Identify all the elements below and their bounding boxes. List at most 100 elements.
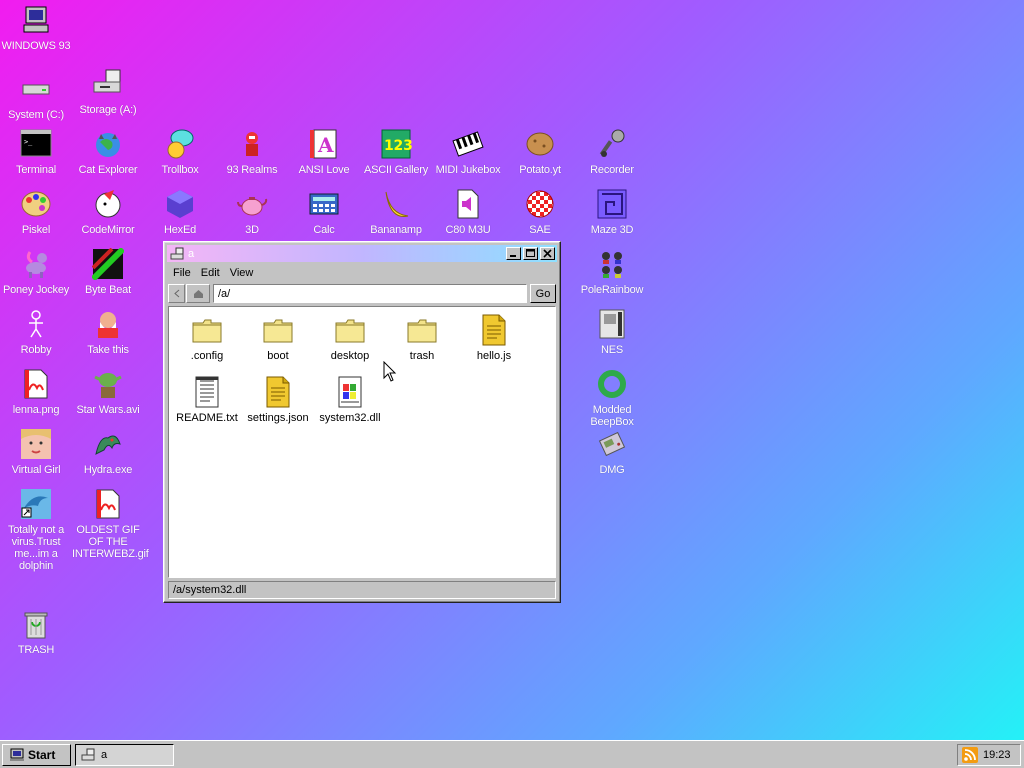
start-button[interactable]: Start bbox=[2, 744, 71, 766]
desktop-icon-bananamp[interactable]: Bananamp bbox=[360, 188, 432, 236]
desktop-icon-trollbox[interactable]: Trollbox bbox=[144, 128, 216, 176]
file-item-trash[interactable]: trash bbox=[387, 314, 457, 362]
desktop-icon-codemirror[interactable]: CodeMirror bbox=[72, 188, 144, 236]
close-icon bbox=[543, 249, 552, 258]
desktop-icon-storage-a[interactable]: Storage (A:) bbox=[72, 68, 144, 116]
ansi-letter-icon: A bbox=[310, 129, 337, 159]
close-button[interactable] bbox=[540, 247, 555, 260]
taskbar: Start a 19:23 bbox=[0, 740, 1024, 768]
file-list[interactable]: .config boot desktop trash hello.js READ… bbox=[168, 306, 556, 578]
address-bar: Go bbox=[168, 283, 556, 304]
desktop-icon-piskel[interactable]: Piskel bbox=[0, 188, 72, 236]
yoda-icon bbox=[94, 373, 122, 398]
desktop-icon-terminal[interactable]: >_ Terminal bbox=[0, 128, 72, 176]
desktop-icon-label: ANSI Love bbox=[298, 164, 350, 176]
status-bar: /a/system32.dll bbox=[168, 581, 556, 599]
desktop-icon-calc[interactable]: Calc bbox=[288, 188, 360, 236]
mouse-cursor-icon bbox=[383, 361, 397, 382]
desktop-icon-poney-jockey[interactable]: Poney Jockey bbox=[0, 248, 72, 296]
home-button[interactable] bbox=[186, 284, 210, 303]
desktop-icon-ansi-love[interactable]: A ANSI Love bbox=[288, 128, 360, 176]
desktop-icon-3d[interactable]: 3D bbox=[216, 188, 288, 236]
home-icon bbox=[193, 289, 203, 298]
desktop-icon-potato-yt[interactable]: Potato.yt bbox=[504, 128, 576, 176]
desktop-icon-oldest-gif[interactable]: OLDEST GIF OF THE INTERWEBZ.gif bbox=[72, 488, 149, 560]
clock[interactable]: 19:23 bbox=[983, 749, 1011, 761]
menu-edit[interactable]: Edit bbox=[196, 265, 225, 281]
terminal-icon: >_ bbox=[20, 129, 52, 157]
folder-icon bbox=[192, 319, 222, 343]
desktop-icon-byte-beat[interactable]: Byte Beat bbox=[72, 248, 144, 296]
desktop-icon-dmg[interactable]: DMG bbox=[576, 428, 648, 476]
back-button[interactable] bbox=[168, 284, 185, 303]
desktop-icon-label: lenna.png bbox=[12, 404, 60, 416]
file-item-config[interactable]: .config bbox=[172, 314, 242, 362]
drive-icon bbox=[170, 247, 184, 259]
desktop-icon-label: Piskel bbox=[21, 224, 51, 236]
desktop-icon-label: Modded BeepBox bbox=[590, 404, 634, 428]
microphone-icon bbox=[599, 129, 625, 157]
potato-icon bbox=[526, 132, 554, 156]
file-name: settings.json bbox=[247, 412, 309, 424]
palette-icon bbox=[21, 191, 51, 217]
pony-icon bbox=[26, 251, 47, 278]
address-input[interactable] bbox=[213, 284, 527, 303]
maximize-icon bbox=[526, 249, 535, 257]
desktop-icon-ascii-gallery[interactable]: 123 ASCII Gallery bbox=[360, 128, 432, 176]
maximize-button[interactable] bbox=[523, 247, 538, 260]
desktop-icon-modded-beepbox[interactable]: Modded BeepBox bbox=[576, 368, 648, 428]
desktop-icon-c80-m3u[interactable]: C80 M3U bbox=[432, 188, 504, 236]
window-titlebar[interactable]: a bbox=[167, 245, 557, 262]
file-name: desktop bbox=[330, 350, 370, 362]
desktop-icon-sae[interactable]: SAE bbox=[504, 188, 576, 236]
desktop-icon-label: Storage (A:) bbox=[79, 104, 137, 116]
audio-file-icon bbox=[457, 189, 479, 219]
desktop-icon-virtual-girl[interactable]: Virtual Girl bbox=[0, 428, 72, 476]
globe-cat-icon bbox=[96, 133, 120, 157]
taskbar-window-button[interactable]: a bbox=[75, 744, 174, 766]
desktop-icon-star-wars-avi[interactable]: Star Wars.avi bbox=[72, 368, 144, 416]
floppy-drive-icon bbox=[93, 69, 121, 93]
desktop-icon-robby[interactable]: Robby bbox=[0, 308, 72, 356]
desktop-icon-hydra-exe[interactable]: Hydra.exe bbox=[72, 428, 144, 476]
computer-icon bbox=[23, 6, 49, 33]
desktop-icon-midi-jukebox[interactable]: MIDI Jukebox bbox=[432, 128, 504, 176]
rss-feed-icon[interactable] bbox=[962, 747, 978, 763]
desktop-icon-lenna-png[interactable]: lenna.png bbox=[0, 368, 72, 416]
desktop-icon-93-realms[interactable]: 93 Realms bbox=[216, 128, 288, 176]
desktop-icon-cat-explorer[interactable]: Cat Explorer bbox=[72, 128, 144, 176]
explorer-window[interactable]: a File Edit View Go .config boot desktop… bbox=[163, 241, 561, 603]
desktop-icon-trash[interactable]: TRASH bbox=[0, 608, 72, 656]
file-name: trash bbox=[409, 350, 435, 362]
go-button[interactable]: Go bbox=[530, 284, 556, 303]
menu-file[interactable]: File bbox=[168, 265, 196, 281]
desktop-icon-take-this[interactable]: Take this bbox=[72, 308, 144, 356]
desktop-icon-maze-3d[interactable]: Maze 3D bbox=[576, 188, 648, 236]
desktop-icon-windows93[interactable]: WINDOWS 93 bbox=[0, 4, 72, 52]
desktop-icon-nes[interactable]: NES bbox=[576, 308, 648, 356]
file-item-desktop[interactable]: desktop bbox=[315, 314, 385, 362]
system-tray: 19:23 bbox=[957, 744, 1021, 766]
desktop-icon-system-c[interactable]: System (C:) bbox=[0, 73, 72, 121]
desktop-icon-label: PoleRainbow bbox=[580, 284, 644, 296]
hard-drive-icon bbox=[22, 84, 50, 95]
desktop-icon-polerainbow[interactable]: PoleRainbow bbox=[576, 248, 648, 296]
knight-icon bbox=[246, 132, 258, 156]
desktop-icon-label: Take this bbox=[87, 344, 129, 356]
maze-icon bbox=[597, 189, 627, 219]
desktop-icon-dolphin[interactable]: Totally not a virus.Trust me...im a dolp… bbox=[0, 488, 72, 572]
svg-text:A: A bbox=[317, 133, 334, 157]
file-item-settings-json[interactable]: settings.json bbox=[243, 376, 313, 424]
nes-console-icon bbox=[599, 309, 625, 339]
desktop-icon-hexed[interactable]: HexEd bbox=[144, 188, 216, 236]
file-item-boot[interactable]: boot bbox=[243, 314, 313, 362]
file-item-hello-js[interactable]: hello.js bbox=[459, 314, 529, 362]
unicorn-icon bbox=[95, 190, 121, 218]
desktop-icon-label: Terminal bbox=[16, 164, 56, 176]
file-item-system32-dll[interactable]: system32.dll bbox=[315, 376, 385, 424]
menu-view[interactable]: View bbox=[225, 265, 259, 281]
desktop-icon-recorder[interactable]: Recorder bbox=[576, 128, 648, 176]
cube-icon bbox=[167, 190, 193, 218]
file-item-readme-txt[interactable]: README.txt bbox=[172, 376, 242, 424]
minimize-button[interactable] bbox=[506, 247, 521, 260]
